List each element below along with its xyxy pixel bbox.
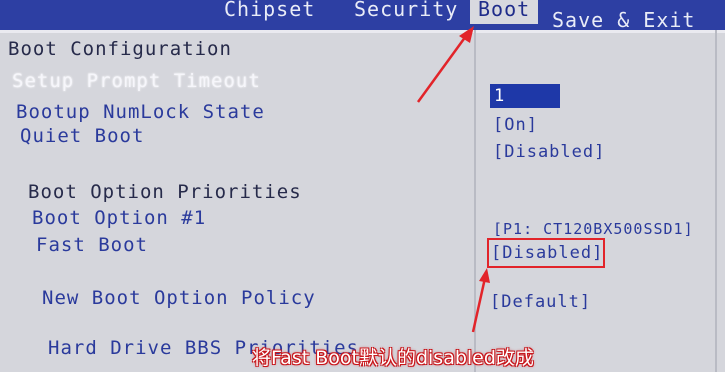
arrow-to-boot-tab-icon bbox=[416, 26, 474, 103]
annotation-arrows bbox=[416, 26, 490, 333]
annotation-caption: 将Fast Boot默认的disabled改成 bbox=[252, 347, 534, 369]
bios-screen: Chipset Security Boot Save & Exit Boot C… bbox=[0, 0, 725, 372]
arrow-to-fast-boot-icon bbox=[471, 268, 490, 333]
